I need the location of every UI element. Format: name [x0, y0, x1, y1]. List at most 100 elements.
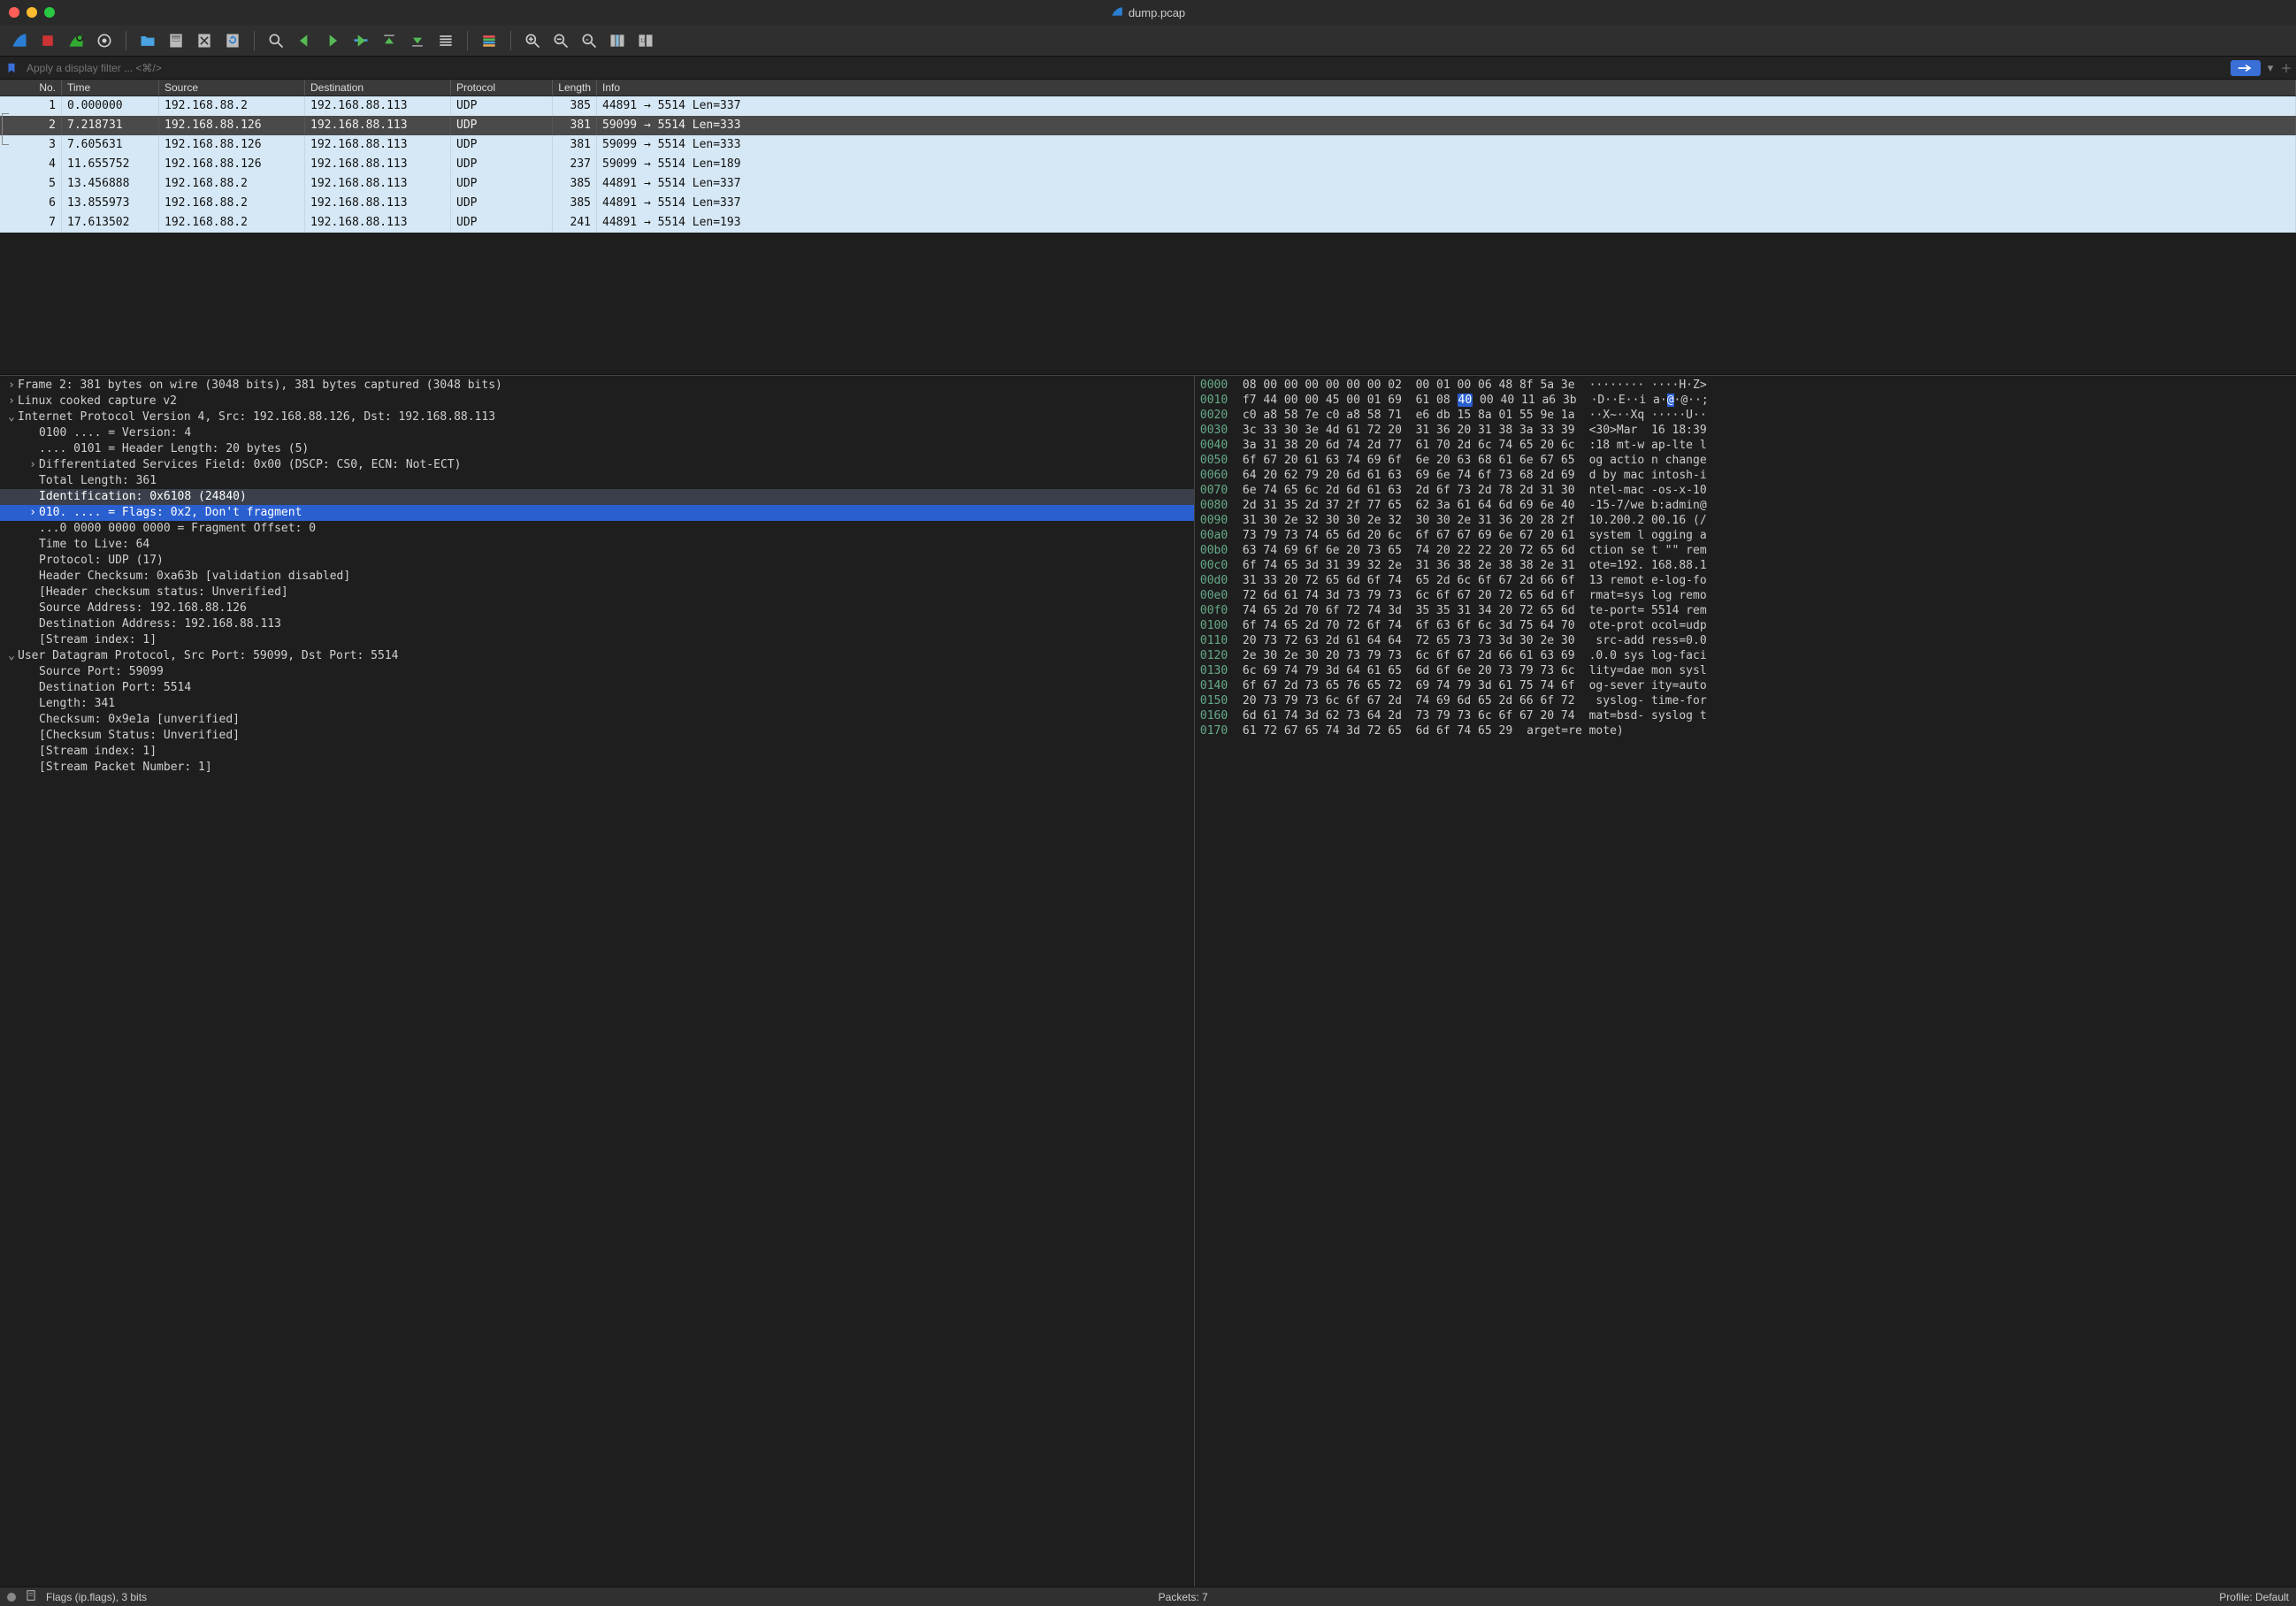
capture-options-button[interactable]: [92, 28, 117, 53]
maximize-button[interactable]: [44, 7, 55, 18]
chevron-right-icon[interactable]: ›: [5, 394, 18, 409]
detail-tree-row[interactable]: ›Linux cooked capture v2: [0, 394, 1194, 409]
hex-row[interactable]: 01306c 69 74 79 3d 64 61 65 6d 6f 6e 20 …: [1200, 663, 2291, 678]
column-no[interactable]: No.: [0, 80, 62, 96]
go-last-button[interactable]: [405, 28, 430, 53]
status-profile[interactable]: Profile: Default: [2219, 1591, 2289, 1603]
detail-tree-row[interactable]: [Stream Packet Number: 1]: [0, 760, 1194, 776]
detail-tree-row[interactable]: ›Differentiated Services Field: 0x00 (DS…: [0, 457, 1194, 473]
minimize-button[interactable]: [27, 7, 37, 18]
bookmark-icon[interactable]: [4, 60, 19, 76]
filter-history-dropdown[interactable]: ▾: [2264, 61, 2277, 75]
hex-row[interactable]: 015020 73 79 73 6c 6f 67 2d 74 69 6d 65 …: [1200, 693, 2291, 708]
find-packet-button[interactable]: [264, 28, 288, 53]
chevron-right-icon[interactable]: ›: [27, 505, 39, 521]
hex-row[interactable]: 0010f7 44 00 00 45 00 01 69 61 08 40 00 …: [1200, 393, 2291, 408]
go-previous-button[interactable]: [292, 28, 317, 53]
packet-row[interactable]: 27.218731192.168.88.126192.168.88.113UDP…: [0, 116, 2296, 135]
column-info[interactable]: Info: [597, 80, 2296, 96]
hex-row[interactable]: 00706e 74 65 6c 2d 6d 61 63 2d 6f 73 2d …: [1200, 483, 2291, 498]
close-button[interactable]: [9, 7, 19, 18]
detail-tree-row[interactable]: 0100 .... = Version: 4: [0, 425, 1194, 441]
detail-tree-row[interactable]: ...0 0000 0000 0000 = Fragment Offset: 0: [0, 521, 1194, 537]
auto-scroll-button[interactable]: [433, 28, 458, 53]
zoom-in-button[interactable]: [520, 28, 545, 53]
packet-row[interactable]: 411.655752192.168.88.126192.168.88.113UD…: [0, 155, 2296, 174]
hex-row[interactable]: 01406f 67 2d 73 65 76 65 72 69 74 79 3d …: [1200, 678, 2291, 693]
detail-tree-row[interactable]: ⌄User Datagram Protocol, Src Port: 59099…: [0, 648, 1194, 664]
add-filter-button[interactable]: ＋: [2280, 59, 2292, 76]
colorize-button[interactable]: [477, 28, 501, 53]
close-file-button[interactable]: [192, 28, 217, 53]
column-length[interactable]: Length: [553, 80, 597, 96]
column-protocol[interactable]: Protocol: [451, 80, 553, 96]
chevron-right-icon[interactable]: ›: [5, 378, 18, 394]
hex-row[interactable]: 00f074 65 2d 70 6f 72 74 3d 35 35 31 34 …: [1200, 603, 2291, 618]
hex-row[interactable]: 00403a 31 38 20 6d 74 2d 77 61 70 2d 6c …: [1200, 438, 2291, 453]
expert-info-indicator[interactable]: [7, 1593, 16, 1602]
hex-row[interactable]: 00c06f 74 65 3d 31 39 32 2e 31 36 38 2e …: [1200, 558, 2291, 573]
reload-file-button[interactable]: [220, 28, 245, 53]
detail-tree-row[interactable]: ›010. .... = Flags: 0x2, Don't fragment: [0, 505, 1194, 521]
column-time[interactable]: Time: [62, 80, 159, 96]
packet-row[interactable]: 10.000000192.168.88.2192.168.88.113UDP38…: [0, 96, 2296, 116]
packet-list-header[interactable]: No. Time Source Destination Protocol Len…: [0, 80, 2296, 96]
hex-row[interactable]: 006064 20 62 79 20 6d 61 63 69 6e 74 6f …: [1200, 468, 2291, 483]
column-source[interactable]: Source: [159, 80, 305, 96]
hex-row[interactable]: 00b063 74 69 6f 6e 20 73 65 74 20 22 22 …: [1200, 543, 2291, 558]
packet-row[interactable]: 613.855973192.168.88.2192.168.88.113UDP3…: [0, 194, 2296, 213]
hex-row[interactable]: 00802d 31 35 2d 37 2f 77 65 62 3a 61 64 …: [1200, 498, 2291, 513]
hex-row[interactable]: 0020c0 a8 58 7e c0 a8 58 71 e6 db 15 8a …: [1200, 408, 2291, 423]
detail-tree-row[interactable]: ›Frame 2: 381 bytes on wire (3048 bits),…: [0, 378, 1194, 394]
open-file-button[interactable]: [135, 28, 160, 53]
detail-tree-row[interactable]: Time to Live: 64: [0, 537, 1194, 553]
go-next-button[interactable]: [320, 28, 345, 53]
hex-row[interactable]: 01006f 74 65 2d 70 72 6f 74 6f 63 6f 6c …: [1200, 618, 2291, 633]
hex-row[interactable]: 00d031 33 20 72 65 6d 6f 74 65 2d 6c 6f …: [1200, 573, 2291, 588]
zoom-out-button[interactable]: [548, 28, 573, 53]
packet-row[interactable]: 37.605631192.168.88.126192.168.88.113UDP…: [0, 135, 2296, 155]
chevron-down-icon[interactable]: ⌄: [5, 409, 18, 425]
detail-tree-row[interactable]: Source Port: 59099: [0, 664, 1194, 680]
chevron-right-icon[interactable]: ›: [27, 457, 39, 473]
hex-row[interactable]: 01202e 30 2e 30 20 73 79 73 6c 6f 67 2d …: [1200, 648, 2291, 663]
detail-tree-row[interactable]: [Header checksum status: Unverified]: [0, 585, 1194, 600]
resize-columns-button[interactable]: [605, 28, 630, 53]
restart-capture-button[interactable]: [64, 28, 88, 53]
column-destination[interactable]: Destination: [305, 80, 451, 96]
zoom-reset-button[interactable]: =: [577, 28, 601, 53]
detail-tree-row[interactable]: [Checksum Status: Unverified]: [0, 728, 1194, 744]
detail-tree-row[interactable]: Source Address: 192.168.88.126: [0, 600, 1194, 616]
detail-tree-row[interactable]: Length: 341: [0, 696, 1194, 712]
apply-filter-button[interactable]: [2231, 60, 2261, 76]
go-first-button[interactable]: [377, 28, 402, 53]
detail-tree-row[interactable]: Checksum: 0x9e1a [unverified]: [0, 712, 1194, 728]
hex-row[interactable]: 017061 72 67 65 74 3d 72 65 6d 6f 74 65 …: [1200, 723, 2291, 738]
detail-tree-row[interactable]: .... 0101 = Header Length: 20 bytes (5): [0, 441, 1194, 457]
detail-tree-row[interactable]: [Stream index: 1]: [0, 744, 1194, 760]
detail-tree-row[interactable]: Header Checksum: 0xa63b [validation disa…: [0, 569, 1194, 585]
detail-tree-row[interactable]: Total Length: 361: [0, 473, 1194, 489]
save-file-button[interactable]: [164, 28, 188, 53]
detail-tree-row[interactable]: [Stream index: 1]: [0, 632, 1194, 648]
hex-row[interactable]: 01606d 61 74 3d 62 73 64 2d 73 79 73 6c …: [1200, 708, 2291, 723]
hex-row[interactable]: 011020 73 72 63 2d 61 64 64 72 65 73 73 …: [1200, 633, 2291, 648]
hex-row[interactable]: 00303c 33 30 3e 4d 61 72 20 31 36 20 31 …: [1200, 423, 2291, 438]
hex-row[interactable]: 009031 30 2e 32 30 30 2e 32 30 30 2e 31 …: [1200, 513, 2291, 528]
detail-tree-row[interactable]: ⌄Internet Protocol Version 4, Src: 192.1…: [0, 409, 1194, 425]
chevron-down-icon[interactable]: ⌄: [5, 648, 18, 664]
packet-row[interactable]: 717.613502192.168.88.2192.168.88.113UDP2…: [0, 213, 2296, 233]
packet-bytes-pane[interactable]: 000008 00 00 00 00 00 00 02 00 01 00 06 …: [1194, 376, 2296, 1587]
detail-tree-row[interactable]: Identification: 0x6108 (24840): [0, 489, 1194, 505]
display-filter-input[interactable]: [23, 60, 2227, 76]
detail-tree-row[interactable]: Destination Address: 192.168.88.113: [0, 616, 1194, 632]
stop-capture-button[interactable]: [35, 28, 60, 53]
packet-list-body[interactable]: 10.000000192.168.88.2192.168.88.113UDP38…: [0, 96, 2296, 233]
detail-tree-row[interactable]: Protocol: UDP (17): [0, 553, 1194, 569]
detail-tree-row[interactable]: Destination Port: 5514: [0, 680, 1194, 696]
packet-row[interactable]: 513.456888192.168.88.2192.168.88.113UDP3…: [0, 174, 2296, 194]
capture-file-properties-icon[interactable]: [25, 1589, 37, 1604]
start-capture-button[interactable]: [7, 28, 32, 53]
resize-columns-alt-button[interactable]: 12: [633, 28, 658, 53]
packet-details-pane[interactable]: ›Frame 2: 381 bytes on wire (3048 bits),…: [0, 376, 1194, 1587]
